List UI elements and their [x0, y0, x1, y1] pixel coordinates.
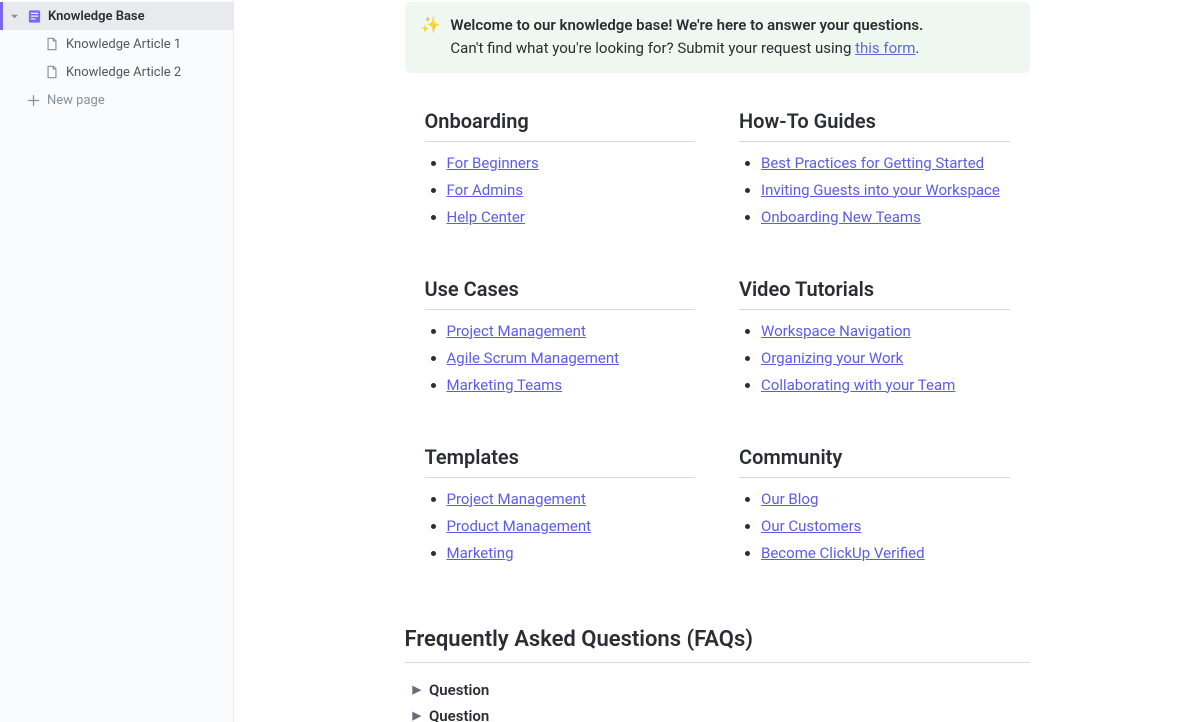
section-block: Templates Project Management Product Manag…	[425, 445, 696, 571]
sidebar-item-label: Knowledge Base	[48, 9, 145, 24]
banner-headline: Welcome to our knowledge base! We're her…	[450, 16, 923, 34]
content-link[interactable]: Help Center	[447, 208, 525, 226]
content-link[interactable]: Our Blog	[761, 490, 818, 508]
list-item: Project Management	[447, 322, 696, 340]
list-item: Best Practices for Getting Started	[761, 154, 1010, 172]
list-item: Marketing Teams	[447, 376, 696, 394]
section-title: Onboarding	[425, 109, 696, 142]
list-item: Organizing your Work	[761, 349, 1010, 367]
list-item: For Beginners	[447, 154, 696, 172]
banner-subtext-end: .	[915, 39, 919, 57]
content-link[interactable]: Inviting Guests into your Workspace	[761, 181, 1000, 199]
triangle-right-icon: ▶	[413, 683, 421, 696]
section-title: Templates	[425, 445, 696, 478]
content-link[interactable]: Project Management	[447, 490, 586, 508]
list-item: Agile Scrum Management	[447, 349, 696, 367]
content-link[interactable]: Marketing Teams	[447, 376, 563, 394]
section-title: Video Tutorials	[739, 277, 1010, 310]
new-page-label: New page	[47, 93, 105, 108]
main-content: ✨ Welcome to our knowledge base! We're h…	[234, 0, 1200, 722]
content-link[interactable]: Marketing	[447, 544, 514, 562]
link-list: Project Management Product Management Mark…	[425, 490, 696, 562]
content-link[interactable]: Project Management	[447, 322, 586, 340]
section-title: How-To Guides	[739, 109, 1010, 142]
content-link[interactable]: Become ClickUp Verified	[761, 544, 925, 562]
list-item: Our Customers	[761, 517, 1010, 535]
section-title: Use Cases	[425, 277, 696, 310]
link-list: For Beginners For Admins Help Center	[425, 154, 696, 226]
sidebar-item-knowledge-base[interactable]: Knowledge Base	[0, 2, 233, 30]
list-item: Inviting Guests into your Workspace	[761, 181, 1010, 199]
list-item: Onboarding New Teams	[761, 208, 1010, 226]
list-item: Our Blog	[761, 490, 1010, 508]
link-list: Workspace Navigation Organizing your Work…	[739, 322, 1010, 394]
content-link[interactable]: Product Management	[447, 517, 592, 535]
list-item: For Admins	[447, 181, 696, 199]
list-item: Help Center	[447, 208, 696, 226]
triangle-right-icon: ▶	[413, 709, 421, 722]
banner-text: Welcome to our knowledge base! We're her…	[450, 14, 923, 61]
list-item: Marketing	[447, 544, 696, 562]
chevron-down-icon	[8, 10, 20, 22]
sparkle-icon: ✨	[421, 14, 441, 36]
faq-question-label: Question	[429, 681, 489, 699]
content-link[interactable]: Workspace Navigation	[761, 322, 911, 340]
sidebar-item-article-1[interactable]: Knowledge Article 1	[0, 30, 233, 58]
faq-item[interactable]: ▶ Question	[413, 703, 1030, 722]
document-icon	[44, 36, 60, 52]
content-link[interactable]: Agile Scrum Management	[447, 349, 620, 367]
sections-grid: Onboarding For Beginners For Admins Help Ce…	[405, 109, 1030, 571]
link-list: Project Management Agile Scrum Management…	[425, 322, 696, 394]
content-link[interactable]: Organizing your Work	[761, 349, 903, 367]
banner-subtext: Can't find what you're looking for? Subm…	[450, 39, 855, 57]
book-icon	[26, 8, 42, 24]
link-list: Best Practices for Getting Started Inviti…	[739, 154, 1010, 226]
sidebar-item-article-2[interactable]: Knowledge Article 2	[0, 58, 233, 86]
list-item: Become ClickUp Verified	[761, 544, 1010, 562]
section-block: Use Cases Project Management Agile Scrum M…	[425, 277, 696, 403]
link-list: Our Blog Our Customers Become ClickUp Veri…	[739, 490, 1010, 562]
sidebar: Knowledge Base Knowledge Article 1 Knowl…	[0, 0, 234, 722]
sidebar-item-label: Knowledge Article 2	[66, 65, 181, 80]
content-link[interactable]: For Beginners	[447, 154, 539, 172]
content-link[interactable]: Onboarding New Teams	[761, 208, 921, 226]
content-link[interactable]: Collaborating with your Team	[761, 376, 955, 394]
section-title: Community	[739, 445, 1010, 478]
welcome-banner: ✨ Welcome to our knowledge base! We're h…	[405, 2, 1030, 73]
faq-item[interactable]: ▶ Question	[413, 677, 1030, 703]
faq-question-label: Question	[429, 707, 489, 722]
section-block: Video Tutorials Workspace Navigation Organ…	[739, 277, 1010, 403]
content-link[interactable]: Our Customers	[761, 517, 861, 535]
list-item: Project Management	[447, 490, 696, 508]
list-item: Collaborating with your Team	[761, 376, 1010, 394]
plus-icon	[25, 92, 41, 108]
content-link[interactable]: Best Practices for Getting Started	[761, 154, 984, 172]
sidebar-item-label: Knowledge Article 1	[66, 37, 181, 52]
list-item: Product Management	[447, 517, 696, 535]
new-page-button[interactable]: New page	[0, 86, 233, 114]
section-block: Community Our Blog Our Customers Become Cli…	[739, 445, 1010, 571]
section-block: How-To Guides Best Practices for Getting …	[739, 109, 1010, 235]
faq-title: Frequently Asked Questions (FAQs)	[405, 627, 1030, 663]
faq-section: Frequently Asked Questions (FAQs) ▶ Quest…	[405, 627, 1030, 722]
document-icon	[44, 64, 60, 80]
list-item: Workspace Navigation	[761, 322, 1010, 340]
section-block: Onboarding For Beginners For Admins Help Ce…	[425, 109, 696, 235]
banner-form-link[interactable]: this form	[855, 39, 915, 57]
content-link[interactable]: For Admins	[447, 181, 524, 199]
